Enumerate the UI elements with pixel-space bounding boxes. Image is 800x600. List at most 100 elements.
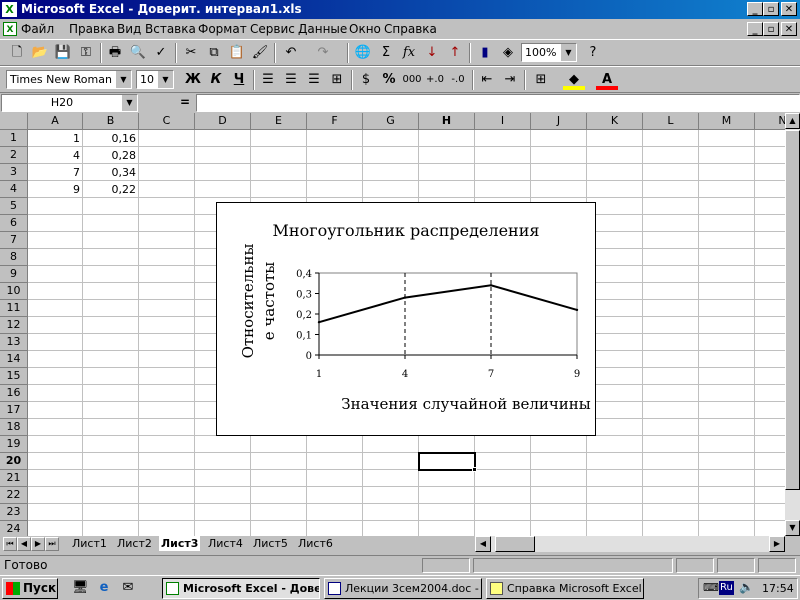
scroll-down-button[interactable]: ▼: [785, 520, 800, 536]
decrease-decimal-icon[interactable]: -.0: [447, 70, 469, 90]
zoom-select[interactable]: 100% ▼: [521, 43, 577, 62]
first-sheet-button[interactable]: ⏮: [3, 537, 17, 551]
column-header-g[interactable]: G: [363, 113, 419, 130]
underline-button[interactable]: Ч: [228, 70, 250, 90]
column-header-h[interactable]: H: [419, 113, 475, 130]
show-desktop-icon[interactable]: 🖥: [72, 580, 89, 596]
row-header-20[interactable]: 20: [0, 453, 28, 470]
column-header-n[interactable]: N: [755, 113, 785, 130]
minimize-button[interactable]: _: [747, 2, 763, 16]
cut-icon[interactable]: ✂: [180, 43, 202, 63]
undo-icon[interactable]: ↶: [280, 43, 302, 63]
row-header-13[interactable]: 13: [0, 334, 28, 351]
last-sheet-button[interactable]: ⏭: [45, 537, 59, 551]
align-center-icon[interactable]: ☰: [280, 70, 302, 90]
fill-color-icon[interactable]: ◆: [563, 70, 585, 90]
language-indicator[interactable]: Ru: [719, 581, 734, 595]
align-left-icon[interactable]: ☰: [257, 70, 279, 90]
edit-formula-button[interactable]: =: [180, 95, 190, 109]
row-header-10[interactable]: 10: [0, 283, 28, 300]
name-box[interactable]: H20 ▼: [1, 94, 138, 112]
chevron-down-icon[interactable]: ▼: [560, 44, 576, 61]
active-cell-selection[interactable]: [418, 452, 476, 471]
task-word[interactable]: Лекции 3сем2004.doc - ...: [324, 578, 482, 599]
horizontal-scroll-thumb[interactable]: [495, 536, 535, 552]
column-header-l[interactable]: L: [643, 113, 699, 130]
row-header-16[interactable]: 16: [0, 385, 28, 402]
next-sheet-button[interactable]: ▶: [31, 537, 45, 551]
function-icon[interactable]: fx: [398, 43, 420, 63]
hyperlink-icon[interactable]: 🌐: [352, 43, 374, 63]
prev-sheet-button[interactable]: ◀: [17, 537, 31, 551]
autosum-icon[interactable]: Σ: [375, 43, 397, 63]
font-name-select[interactable]: Times New Roman Cyr ▼: [6, 70, 132, 89]
menu-view[interactable]: Вид: [117, 22, 141, 36]
print-icon[interactable]: 🖶: [104, 43, 126, 63]
internet-explorer-icon[interactable]: e: [96, 580, 112, 596]
horizontal-scrollbar[interactable]: ◀ ▶: [475, 536, 785, 552]
align-right-icon[interactable]: ☰: [303, 70, 325, 90]
row-header-4[interactable]: 4: [0, 181, 28, 198]
font-color-icon[interactable]: A: [596, 70, 618, 90]
chart-wizard-icon[interactable]: ▮: [474, 43, 496, 63]
increase-indent-icon[interactable]: ⇥: [499, 70, 521, 90]
scroll-right-button[interactable]: ▶: [769, 536, 785, 552]
print-preview-icon[interactable]: 🔍: [127, 43, 149, 63]
italic-button[interactable]: К: [205, 70, 227, 90]
row-header-8[interactable]: 8: [0, 249, 28, 266]
cell-b4[interactable]: 0,22: [83, 181, 139, 198]
chevron-down-icon[interactable]: ▼: [121, 95, 137, 111]
sheet-tab-3-active[interactable]: Лист3: [159, 536, 201, 551]
open-folder-icon[interactable]: 📂: [29, 43, 51, 63]
column-header-i[interactable]: I: [475, 113, 531, 130]
row-header-21[interactable]: 21: [0, 470, 28, 487]
copy-icon[interactable]: ⧉: [203, 43, 225, 63]
merge-center-icon[interactable]: ⊞: [326, 70, 348, 90]
sheet-tab-4[interactable]: Лист4: [208, 536, 243, 551]
workbook-icon[interactable]: X: [3, 22, 17, 36]
doc-close-button[interactable]: ✕: [781, 22, 797, 36]
column-header-d[interactable]: D: [195, 113, 251, 130]
doc-restore-button[interactable]: ▫: [763, 22, 779, 36]
keyboard-icon[interactable]: ⌨: [703, 581, 719, 594]
column-header-m[interactable]: M: [699, 113, 755, 130]
sort-descending-icon[interactable]: ↑: [444, 43, 466, 63]
column-header-e[interactable]: E: [251, 113, 307, 130]
menu-format[interactable]: Формат: [198, 22, 247, 36]
row-header-3[interactable]: 3: [0, 164, 28, 181]
row-header-5[interactable]: 5: [0, 198, 28, 215]
new-document-icon[interactable]: 🗋: [6, 43, 28, 63]
column-header-c[interactable]: C: [139, 113, 195, 130]
chevron-down-icon[interactable]: ▼: [115, 71, 131, 88]
menu-file[interactable]: Файл: [21, 22, 54, 36]
sheet-tab-6[interactable]: Лист6: [298, 536, 333, 551]
fill-handle[interactable]: [472, 467, 477, 472]
increase-decimal-icon[interactable]: +.0: [424, 70, 446, 90]
bold-button[interactable]: Ж: [182, 70, 204, 90]
column-header-b[interactable]: B: [83, 113, 139, 130]
vertical-scrollbar[interactable]: ▲ ▼: [785, 113, 800, 536]
start-button[interactable]: Пуск: [2, 578, 58, 599]
drawing-icon[interactable]: ◈: [497, 43, 519, 63]
menu-insert[interactable]: Вставка: [145, 22, 196, 36]
percent-button[interactable]: %: [378, 70, 400, 90]
help-icon[interactable]: ?: [582, 43, 604, 63]
thousands-button[interactable]: 000: [401, 70, 423, 90]
volume-icon[interactable]: 🔈: [739, 580, 754, 594]
column-header-a[interactable]: A: [28, 113, 83, 130]
row-header-23[interactable]: 23: [0, 504, 28, 521]
redo-icon[interactable]: ↷: [312, 43, 334, 63]
spelling-icon[interactable]: ✓: [150, 43, 172, 63]
save-icon[interactable]: 💾: [52, 43, 74, 63]
doc-minimize-button[interactable]: _: [747, 22, 763, 36]
column-header-j[interactable]: J: [531, 113, 587, 130]
chevron-down-icon[interactable]: ▼: [157, 71, 173, 88]
menu-help[interactable]: Справка: [384, 22, 437, 36]
select-all-corner[interactable]: [0, 113, 28, 130]
permissions-icon[interactable]: ⚿: [75, 43, 97, 63]
row-header-17[interactable]: 17: [0, 402, 28, 419]
scroll-up-button[interactable]: ▲: [785, 113, 800, 129]
clock[interactable]: 17:54: [762, 582, 794, 595]
row-header-1[interactable]: 1: [0, 130, 28, 147]
format-painter-icon[interactable]: 🖌: [249, 43, 271, 63]
